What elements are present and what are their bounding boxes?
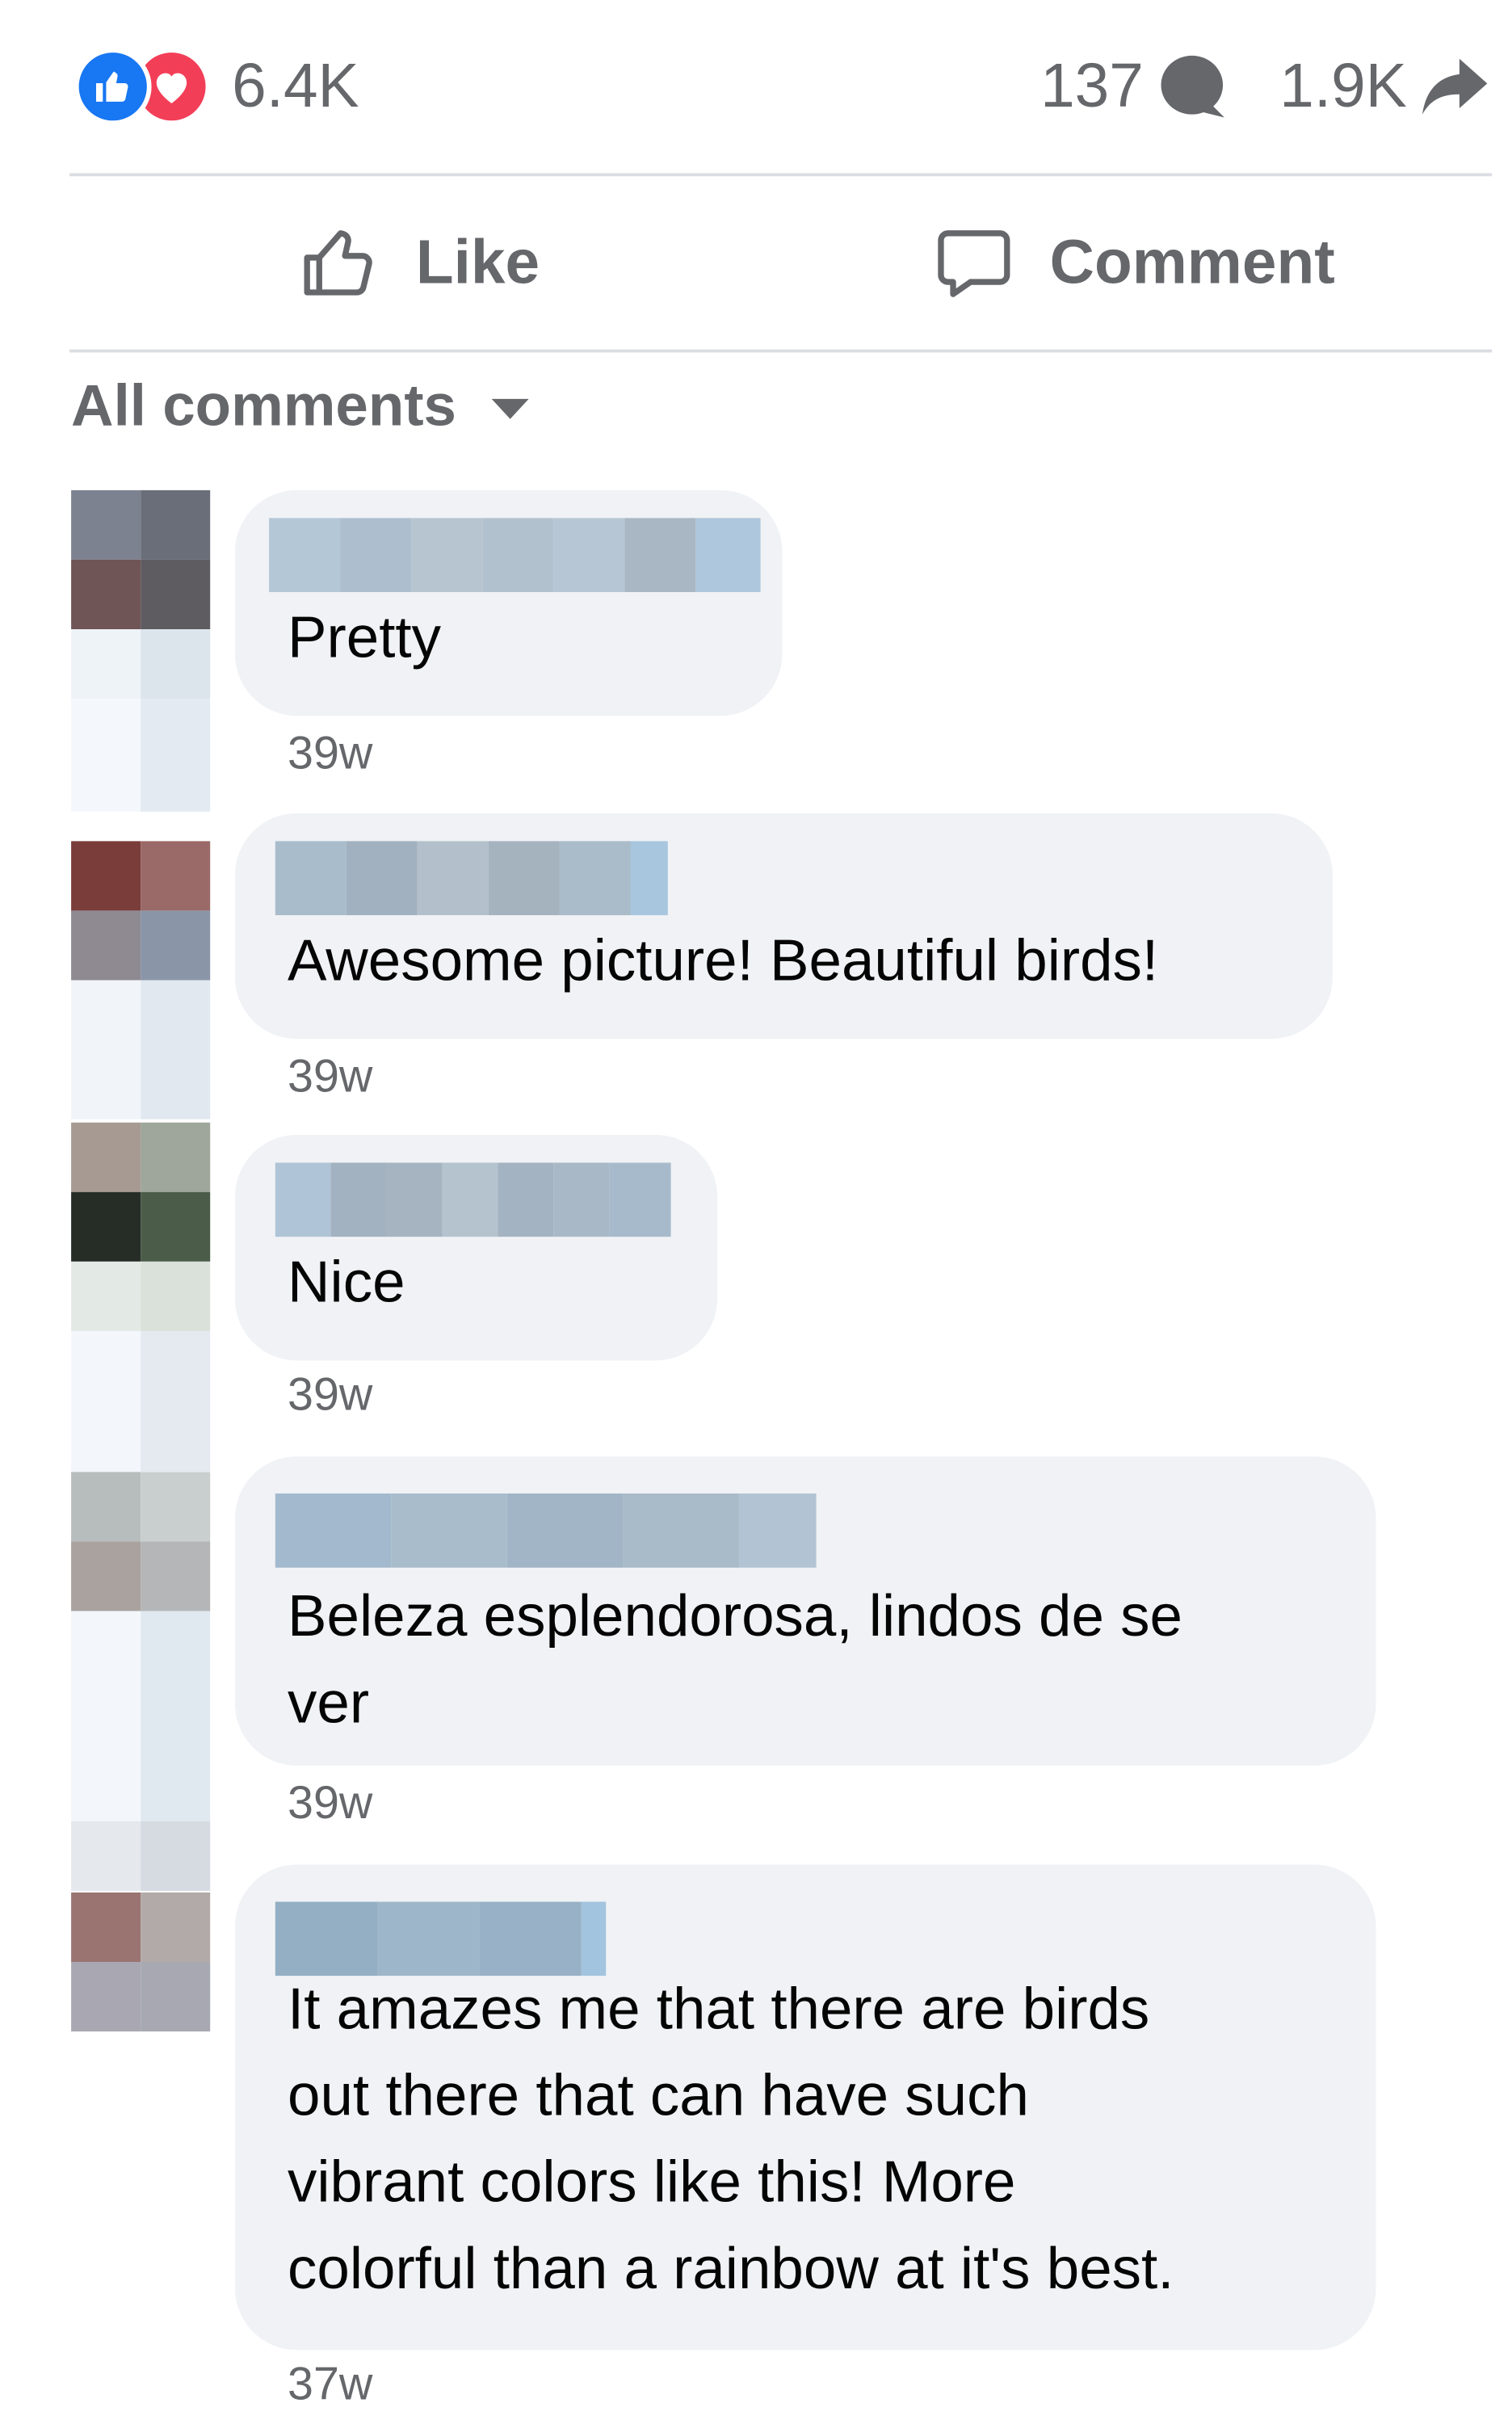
comment-bubble: Pretty (234, 489, 783, 716)
comment-bubble: Awesome picture! Beautiful birds! (234, 813, 1333, 1040)
reaction-count: 6.4K (232, 52, 359, 120)
comment-timestamp[interactable]: 39w (288, 1778, 372, 1830)
share-arrow-icon (1419, 53, 1490, 120)
author-name[interactable] (275, 1901, 607, 1977)
comment-text: Pretty (288, 606, 441, 671)
avatar[interactable] (71, 1122, 211, 1262)
post-footer: 6.4K 137 1.9K Like Comment All comments … (0, 0, 1512, 2424)
comment-text: Nice (288, 1250, 405, 1316)
comment-filter-label: All comments (71, 374, 456, 439)
comment-timestamp[interactable]: 39w (288, 1052, 372, 1104)
comment-icon (938, 230, 1010, 297)
comment-text: Awesome picture! Beautiful birds! (288, 929, 1159, 994)
comment-button[interactable]: Comment (932, 179, 1335, 347)
like-reaction-icon (74, 48, 152, 126)
avatar[interactable] (71, 1472, 211, 1611)
avatar-thread-strip (71, 629, 211, 812)
comment-timestamp[interactable]: 39w (288, 729, 372, 781)
action-bar: Like Comment (69, 179, 1492, 347)
divider (69, 173, 1493, 177)
comment-filter-dropdown[interactable]: All comments (71, 374, 531, 440)
comment-count[interactable]: 137 (1040, 52, 1144, 121)
author-name[interactable] (275, 1493, 817, 1568)
comment-text: Beleza esplendorosa, lindos de se ver (288, 1584, 1182, 1737)
caret-down-icon (490, 395, 531, 420)
comment-bubble: It amazes me that there are birds out th… (234, 1864, 1376, 2350)
post-stats: 6.4K 137 1.9K (74, 44, 1490, 130)
comment-button-label: Comment (1049, 228, 1335, 296)
like-button-label: Like (415, 228, 540, 296)
comment-text: It amazes me that there are birds out th… (288, 1977, 1174, 2303)
avatar[interactable] (71, 1892, 211, 2032)
avatar[interactable] (71, 489, 211, 630)
avatar-thread-strip (71, 980, 211, 1120)
comment-timestamp[interactable]: 39w (288, 1370, 372, 1422)
author-name[interactable] (269, 518, 761, 593)
comment-bubble: Beleza esplendorosa, lindos de se ver (234, 1456, 1376, 1766)
reactions-summary[interactable]: 6.4K (74, 44, 359, 130)
divider (69, 349, 1493, 353)
comment-bubble: Nice (234, 1134, 718, 1361)
avatar[interactable] (71, 841, 211, 981)
author-name[interactable] (275, 1162, 671, 1237)
like-button[interactable]: Like (298, 179, 540, 347)
avatar-thread-strip (71, 1261, 211, 1472)
comment-timestamp[interactable]: 37w (288, 2359, 372, 2412)
author-name[interactable] (275, 841, 668, 916)
comment-bubble-icon (1156, 53, 1227, 120)
share-count[interactable]: 1.9K (1279, 52, 1407, 121)
thumbs-up-icon (304, 230, 372, 296)
